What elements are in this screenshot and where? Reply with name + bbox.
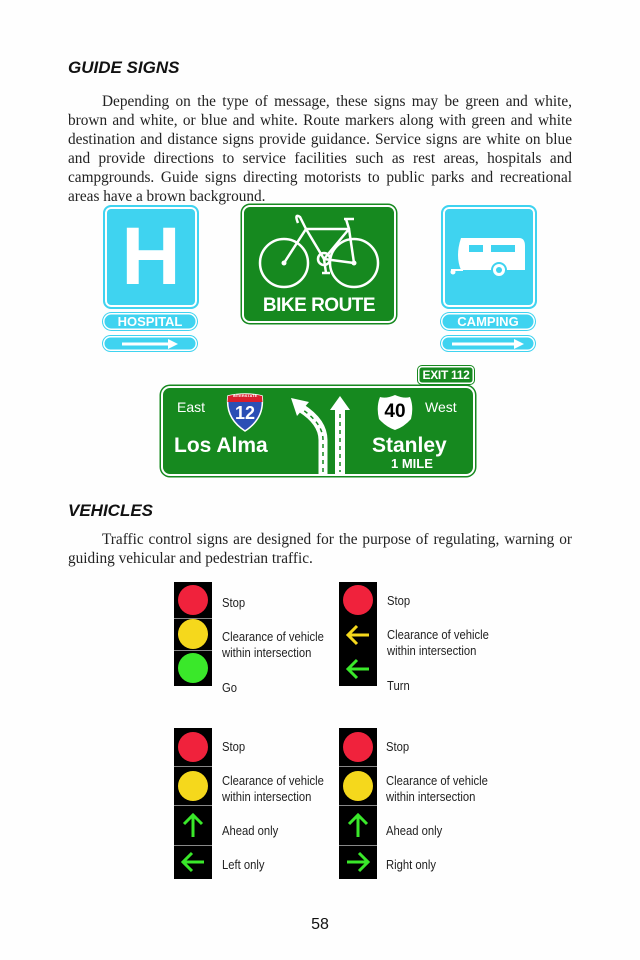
signal-divider [339,766,377,767]
destination-sign: East INTERSTATE 12 Los Alma 40 West Stan… [161,386,475,476]
signal-label: Clearance of vehicle within intersection [386,774,488,804]
signal-divider [339,805,377,806]
signal-lamp-icon [178,585,208,615]
traffic-signal [174,582,212,686]
signal-arrow-right-icon [347,851,371,873]
exit-tab: EXIT 112 [418,366,474,384]
signal-lamp-icon [343,770,373,801]
hospital-sign: H HOSPITAL [103,205,199,351]
stanley-label: Stanley [372,434,447,457]
signal-divider [339,845,377,846]
hospital-icon: H [103,205,199,309]
page-number: 58 [311,916,329,933]
lane-arrows-icon [291,396,350,474]
signal-lamp-icon [343,585,373,615]
traffic-signal [339,582,377,686]
signal-label: Stop [387,594,411,608]
signal-divider [174,845,212,846]
us-route-shield-icon: 40 [376,393,414,431]
signal-label: Left only [222,858,265,872]
signal-label: Ahead only [222,824,279,838]
hospital-label: HOSPITAL [103,313,197,330]
arrow-right-icon [441,336,535,351]
signal-divider [174,650,212,651]
arrow-right-icon [103,336,197,351]
signal-lamp-icon [178,770,208,801]
trailer-icon [441,205,537,309]
traffic-signal [339,728,377,879]
signal-arrow-left-icon [345,658,369,680]
bike-route-label: BIKE ROUTE [262,295,376,316]
signal-arrow-left-icon [180,851,204,873]
traffic-signal [174,728,212,879]
los-alma-label: Los Alma [174,434,268,457]
interstate-shield-icon: INTERSTATE 12 [225,392,265,432]
signal-arrow-up-icon [182,812,204,837]
camping-label: CAMPING [441,313,535,330]
signal-arrow-left-icon [345,624,369,646]
signal-lamp-icon [178,732,208,762]
camping-sign: CAMPING [441,205,537,351]
guide-signs-heading: GUIDE SIGNS [68,58,180,77]
signal-divider [174,805,212,806]
signal-label: Ahead only [386,824,443,838]
signal-arrow-up-icon [347,812,369,837]
signal-label: Stop [222,740,246,754]
signal-label: Turn [387,679,410,693]
signal-label: Stop [222,596,246,610]
west-label: West [425,399,457,415]
bike-route-sign: BIKE ROUTE [242,205,396,323]
signal-divider [174,766,212,767]
distance-label: 1 MILE [391,456,433,471]
bicycle-icon [258,214,380,289]
signal-label: Stop [386,740,410,754]
signal-label: Clearance of vehicle within intersection [387,628,489,658]
signal-lamp-icon [343,732,373,762]
east-label: East [177,399,206,415]
signal-label: Clearance of vehicle within intersection [222,774,324,804]
vehicles-paragraph: Traffic control signs are designed for t… [68,531,572,567]
vehicles-heading: VEHICLES [68,501,154,520]
signal-lamp-icon [178,619,208,649]
guide-signs-paragraph: Depending on the type of message, these … [68,93,572,205]
signal-label: Go [222,681,238,695]
signal-lamp-icon [178,653,208,683]
signal-label: Clearance of vehicle within intersection [222,630,324,660]
signal-label: Right only [386,858,437,872]
